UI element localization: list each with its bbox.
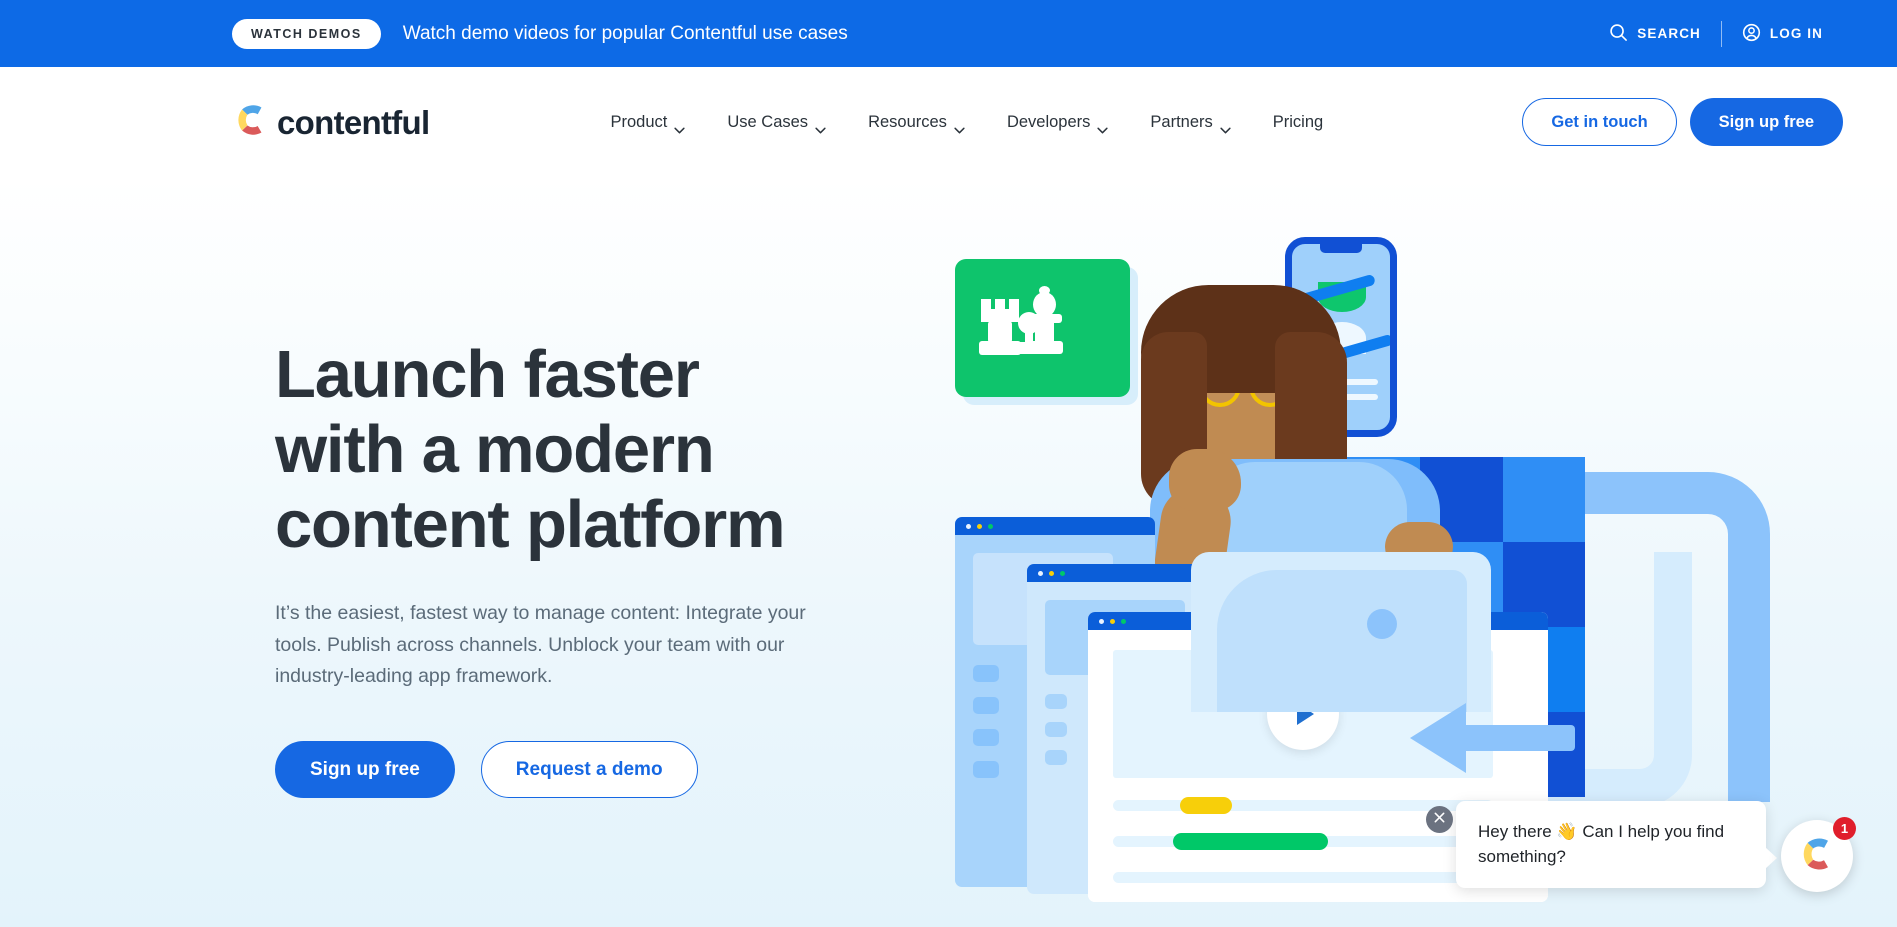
announcement-banner: WATCH DEMOS Watch demo videos for popula…	[0, 0, 1897, 67]
browser-title-bar	[955, 517, 1155, 535]
chat-unread-badge: 1	[1833, 817, 1856, 840]
get-in-touch-button[interactable]: Get in touch	[1522, 97, 1677, 147]
account-icon	[1742, 23, 1761, 45]
hero-title-line-1: Launch faster	[275, 337, 700, 412]
banner-message[interactable]: Watch demo videos for popular Contentful…	[403, 23, 848, 45]
laptop-screen	[1217, 570, 1467, 712]
nav-item-developers[interactable]: Developers	[986, 112, 1129, 133]
content-line	[1113, 872, 1493, 883]
header-sign-up-button[interactable]: Sign up free	[1689, 97, 1843, 147]
chevron-down-icon	[815, 120, 826, 133]
nav-label: Partners	[1150, 112, 1213, 131]
highlight-green	[1173, 833, 1328, 850]
green-chess-card	[955, 259, 1130, 397]
chevron-down-icon	[674, 120, 685, 133]
login-button[interactable]: LOG IN	[1722, 23, 1843, 45]
login-label: LOG IN	[1769, 26, 1823, 41]
traffic-light-dot	[1049, 570, 1054, 576]
header-actions: Get in touch Sign up free	[1522, 97, 1843, 147]
nav-item-resources[interactable]: Resources	[847, 112, 986, 133]
nav-item-product[interactable]: Product	[589, 112, 706, 133]
hero-sign-up-button[interactable]: Sign up free	[275, 740, 455, 799]
contentful-logo[interactable]: contentful	[232, 101, 430, 144]
traffic-light-dot	[988, 523, 993, 529]
nav-item-use-cases[interactable]: Use Cases	[706, 112, 847, 133]
traffic-light-dot	[966, 523, 971, 529]
contentful-c-icon	[232, 101, 270, 144]
search-icon	[1609, 23, 1628, 45]
nav-label: Use Cases	[727, 112, 809, 131]
traffic-light-dot	[1110, 618, 1115, 624]
hero-title: Launch faster with a modern content plat…	[275, 337, 915, 562]
main-navigation: Product Use Cases Resources Developers P…	[589, 112, 1344, 133]
arrow-left-icon	[1410, 703, 1466, 773]
traffic-light-dot	[977, 523, 982, 529]
chevron-down-icon	[1097, 120, 1109, 133]
chat-launcher-button[interactable]: 1	[1781, 817, 1856, 892]
laptop-camera-dot	[1367, 609, 1397, 639]
person-hand-left	[1169, 449, 1241, 511]
contentful-logo-icon	[1797, 834, 1837, 879]
request-demo-button[interactable]: Request a demo	[480, 740, 698, 799]
highlight-yellow	[1180, 797, 1232, 814]
nav-label: Product	[610, 112, 668, 131]
nav-label: Resources	[868, 112, 947, 131]
hero-subtitle: It’s the easiest, fastest way to manage …	[275, 602, 806, 688]
traffic-light-dot	[1038, 570, 1043, 576]
chat-message-text: Hey there 👋 Can I help you find somethin…	[1478, 822, 1725, 866]
search-label: SEARCH	[1637, 26, 1701, 41]
traffic-light-dot	[1099, 618, 1104, 624]
search-button[interactable]: SEARCH	[1589, 23, 1721, 45]
chat-message-bubble[interactable]: Hey there 👋 Can I help you find somethin…	[1456, 801, 1777, 889]
nav-item-partners[interactable]: Partners	[1129, 112, 1251, 133]
hero-title-line-3: content platform	[275, 487, 786, 563]
chat-close-button[interactable]	[1426, 806, 1453, 833]
nav-label: Pricing	[1272, 112, 1324, 131]
chevron-down-icon	[1220, 120, 1231, 133]
close-icon	[1433, 811, 1446, 829]
chevron-down-icon	[954, 120, 965, 133]
logo-wordmark: contentful	[277, 103, 430, 141]
watch-demos-pill[interactable]: WATCH DEMOS	[232, 18, 381, 49]
traffic-light-dot	[1060, 570, 1065, 576]
hero-cta-group: Sign up free Request a demo	[275, 740, 915, 799]
hero-copy: Launch faster with a modern content plat…	[275, 337, 915, 799]
site-header: contentful Product Use Cases Resources D…	[0, 67, 1897, 177]
phone-notch	[1320, 244, 1362, 253]
traffic-light-dot	[1121, 618, 1126, 624]
hero-title-line-2: with a modern	[275, 412, 715, 488]
nav-item-pricing[interactable]: Pricing	[1252, 113, 1344, 132]
nav-label: Developers	[1006, 112, 1091, 131]
